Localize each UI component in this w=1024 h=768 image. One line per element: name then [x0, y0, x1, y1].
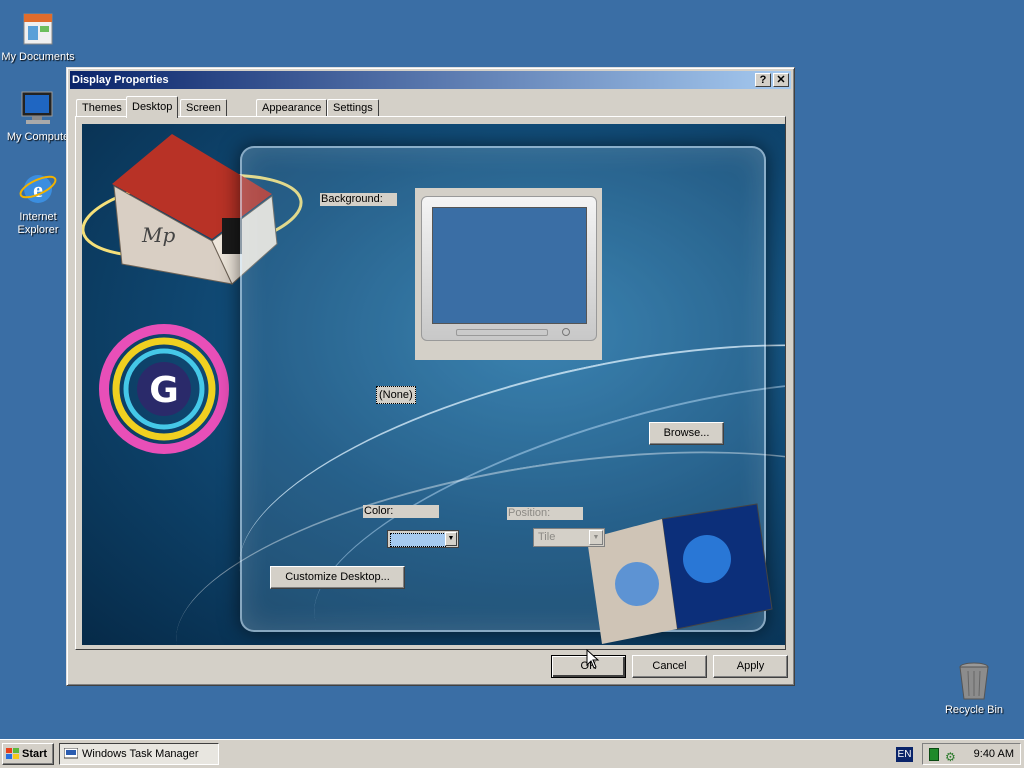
position-dropdown[interactable]: Tile ▼ — [533, 528, 605, 547]
monitor-screen-preview — [432, 207, 587, 324]
g-logo-graphic: G — [99, 324, 229, 454]
cancel-button[interactable]: Cancel — [632, 655, 707, 678]
start-label: Start — [22, 748, 48, 760]
help-button[interactable]: ? — [755, 73, 771, 87]
my-computer-icon — [18, 88, 58, 128]
clock[interactable]: 9:40 AM — [974, 744, 1014, 764]
position-dropdown-button[interactable]: ▼ — [589, 530, 603, 545]
desktop-icon-my-documents[interactable]: My Documents — [0, 8, 76, 64]
position-value: Tile — [538, 531, 556, 543]
svg-text:G: G — [149, 370, 179, 411]
title-bar[interactable]: Display Properties ? ✕ — [70, 71, 791, 89]
desktop-icon-my-computer[interactable]: My Compute — [0, 88, 76, 144]
desktop-icon-label: My Documents — [1, 51, 75, 63]
cube-graphic — [587, 503, 773, 644]
close-button[interactable]: ✕ — [773, 73, 789, 87]
tab-screen-saver[interactable]: Screen Saver — [180, 99, 227, 130]
color-dropdown-button[interactable]: ▼ — [445, 532, 457, 546]
tab-themes[interactable]: Themes — [76, 99, 128, 117]
taskbar-button-task-manager[interactable]: Windows Task Manager — [59, 743, 219, 765]
start-button[interactable]: Start — [2, 743, 54, 765]
customize-desktop-button[interactable]: Customize Desktop... — [270, 566, 405, 589]
color-label: Color: — [363, 505, 439, 518]
language-indicator[interactable]: EN — [896, 747, 913, 762]
my-documents-icon — [18, 8, 58, 48]
monitor-preview — [415, 188, 602, 360]
internet-explorer-icon: e — [18, 168, 58, 208]
mouse-cursor-icon — [586, 649, 600, 669]
tab-appearance[interactable]: Appearance — [256, 99, 328, 117]
apply-button[interactable]: Apply — [713, 655, 788, 678]
dialog-title: Display Properties — [72, 74, 169, 86]
task-manager-icon — [64, 748, 78, 759]
background-label: Background: — [320, 193, 397, 206]
task-label: Windows Task Manager — [82, 748, 199, 760]
windows-flag-icon — [6, 748, 19, 760]
monitor-base — [456, 329, 548, 336]
system-tray: ⚙ 9:40 AM — [922, 743, 1021, 765]
position-label: Position: — [507, 507, 583, 520]
taskbar: Start Windows Task Manager EN ⚙ 9:40 AM — [0, 739, 1024, 768]
recycle-bin-icon — [954, 661, 994, 701]
tab-desktop[interactable]: Desktop — [126, 96, 179, 118]
tray-network-icon[interactable] — [929, 748, 939, 761]
svg-text:Mp: Mp — [141, 223, 175, 247]
desktop-icon-label: Internet Explorer — [17, 211, 59, 236]
color-picker[interactable]: ▼ — [387, 530, 459, 548]
monitor-bezel — [421, 196, 597, 341]
desktop-icon-label: Recycle Bin — [944, 704, 1004, 716]
desktop-icon-label: My Compute — [6, 131, 70, 143]
desktop-icon-internet-explorer[interactable]: e Internet Explorer — [0, 168, 76, 237]
browse-button[interactable]: Browse... — [649, 422, 724, 445]
power-button-icon — [562, 328, 570, 336]
color-swatch — [390, 533, 446, 547]
desktop-icon-recycle-bin[interactable]: Recycle Bin — [936, 661, 1012, 717]
display-properties-dialog: Display Properties ? ✕ Themes Desktop Sc… — [66, 67, 795, 686]
tab-settings[interactable]: Settings — [327, 99, 379, 117]
tray-safely-remove-icon[interactable]: ⚙ — [945, 747, 956, 767]
background-list-item-none[interactable]: (None) — [376, 386, 416, 404]
